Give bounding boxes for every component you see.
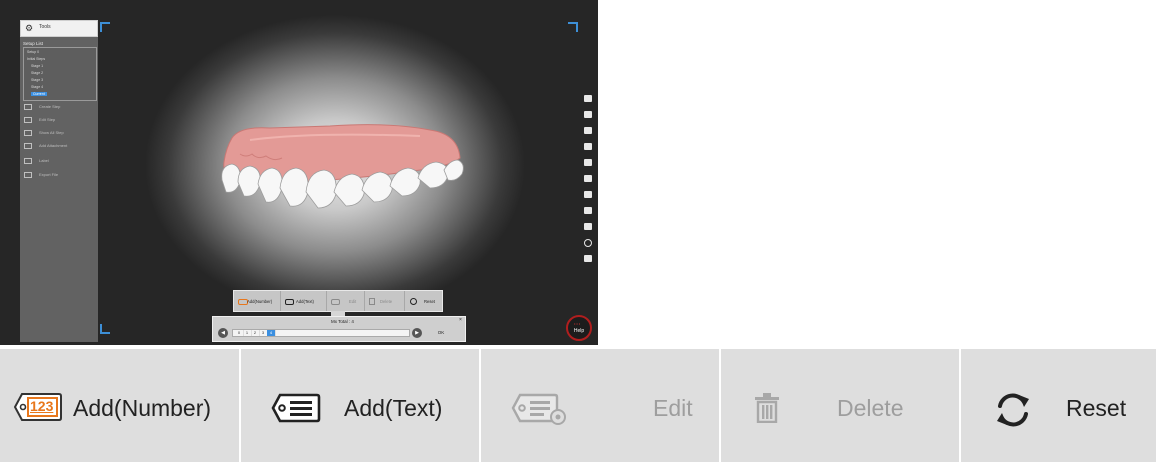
tooth-icon[interactable] <box>584 207 592 214</box>
layer-icon[interactable] <box>584 159 592 166</box>
edit-tag-icon <box>331 299 340 305</box>
help-button[interactable]: ••• Help <box>566 315 592 341</box>
viewport-corner-marker <box>100 22 110 32</box>
menu-label[interactable]: Label <box>23 156 95 165</box>
setup-list-item[interactable]: Initial Steps <box>27 57 45 61</box>
mini-delete-button[interactable]: Delete <box>364 291 405 311</box>
trash-icon <box>369 298 375 305</box>
step-panel: Mx Total : 4 × ◀ 0 1 2 3 4 ▶ OK <box>212 316 466 342</box>
close-icon[interactable]: × <box>459 317 462 323</box>
menu-label: Create Step <box>39 104 61 109</box>
menu-show-all-step[interactable]: Show All Step <box>23 128 95 137</box>
mini-edit-label: Edit <box>349 299 357 304</box>
add-text-button[interactable]: Add(Text) <box>241 349 481 462</box>
label-toolbar: 123 Add(Number) Add(Text) Edit Delete Re… <box>0 349 1156 462</box>
edit-button[interactable]: Edit <box>481 349 721 462</box>
mini-add-number-button[interactable]: Add(Number) <box>234 291 281 311</box>
setup-list-item[interactable]: Stage 4 <box>31 85 43 89</box>
rotate-icon[interactable] <box>584 239 592 247</box>
menu-label: Add Attachment <box>39 143 68 148</box>
add-number-label: Add(Number) <box>73 395 212 421</box>
label-icon <box>24 158 32 164</box>
step-ok-button[interactable]: OK <box>429 328 453 338</box>
mini-add-text-label: Add(Text) <box>296 299 314 304</box>
step-total-label: Mx Total : 4 <box>331 319 354 324</box>
create-step-icon <box>24 104 32 110</box>
number-tag-badge: 123 <box>30 398 54 414</box>
layer-icon[interactable] <box>584 191 592 198</box>
text-tag-icon <box>285 299 294 305</box>
setup-list-item[interactable]: Stage 2 <box>31 71 43 75</box>
add-number-button[interactable]: 123 Add(Number) <box>0 349 241 462</box>
mini-add-text-button[interactable]: Add(Text) <box>280 291 327 311</box>
help-dots-icon: ••• <box>574 321 582 326</box>
tools-panel: ⚙ Tools Setup List Setup 0 Initial Steps… <box>20 20 98 342</box>
reset-button[interactable]: Reset <box>961 349 1156 462</box>
menu-label: Edit Step <box>39 117 56 122</box>
trash-icon <box>755 393 779 423</box>
menu-label: Show All Step <box>39 130 64 135</box>
layer-icon[interactable] <box>584 143 592 150</box>
delete-button[interactable]: Delete <box>721 349 961 462</box>
show-all-icon <box>24 130 32 136</box>
mini-reset-button[interactable]: Reset <box>404 291 442 311</box>
menu-add-attachment[interactable]: Add Attachment <box>23 141 95 150</box>
menu-create-step[interactable]: Create Step <box>23 102 95 111</box>
tooth-down-icon[interactable] <box>584 223 592 230</box>
step-next-button[interactable]: ▶ <box>412 328 422 338</box>
panel-icon[interactable] <box>584 255 592 262</box>
setup-list-item-selected[interactable]: Current <box>31 92 47 96</box>
3d-viewport[interactable]: ⚙ Tools Setup List Setup 0 Initial Steps… <box>0 0 598 345</box>
attachment-icon <box>24 143 32 149</box>
edit-label: Edit <box>653 395 693 421</box>
tools-header[interactable]: ⚙ Tools <box>20 20 98 37</box>
export-icon <box>24 172 32 178</box>
setup-list[interactable]: Setup 0 Initial Steps Stage 1 Stage 2 St… <box>23 47 97 101</box>
menu-edit-step[interactable]: Edit Step <box>23 115 95 124</box>
setup-list-item[interactable]: Stage 3 <box>31 78 43 82</box>
reset-label: Reset <box>1066 395 1127 421</box>
mini-label-toolbar: Add(Number) Add(Text) Edit Delete Reset <box>233 290 443 312</box>
menu-export-file[interactable]: Export File <box>23 170 95 179</box>
mini-reset-label: Reset <box>424 299 435 304</box>
edit-step-icon <box>24 117 32 123</box>
viewport-corner-marker <box>100 324 110 334</box>
text-tag-icon <box>271 393 321 423</box>
step-cell-active[interactable]: 4 <box>267 330 276 336</box>
tools-title: Tools <box>39 24 51 30</box>
viewport-corner-marker <box>568 22 578 32</box>
menu-label: Label <box>39 158 49 163</box>
menu-label: Export File <box>39 172 59 177</box>
step-prev-button[interactable]: ◀ <box>218 328 228 338</box>
dental-model[interactable] <box>210 118 470 218</box>
grid-icon[interactable] <box>584 127 592 134</box>
mini-edit-button[interactable]: Edit <box>326 291 365 311</box>
step-cells: 0 1 2 3 4 <box>232 329 410 337</box>
pencil-icon[interactable] <box>584 111 592 118</box>
delete-label: Delete <box>837 395 904 421</box>
help-label: Help <box>573 328 585 334</box>
setup-list-item[interactable]: Setup 0 <box>27 50 39 54</box>
edit-tag-icon <box>511 393 566 425</box>
mini-delete-label: Delete <box>380 299 393 304</box>
setup-list-item[interactable]: Stage 1 <box>31 64 43 68</box>
add-text-label: Add(Text) <box>344 395 443 421</box>
reset-icon <box>997 393 1029 427</box>
setup-list-title: Setup List <box>23 41 44 46</box>
gear-icon: ⚙ <box>25 23 34 33</box>
pencil-icon[interactable] <box>584 95 592 102</box>
reset-icon <box>410 298 417 305</box>
mini-add-number-label: Add(Number) <box>247 299 273 304</box>
layer-icon[interactable] <box>584 175 592 182</box>
